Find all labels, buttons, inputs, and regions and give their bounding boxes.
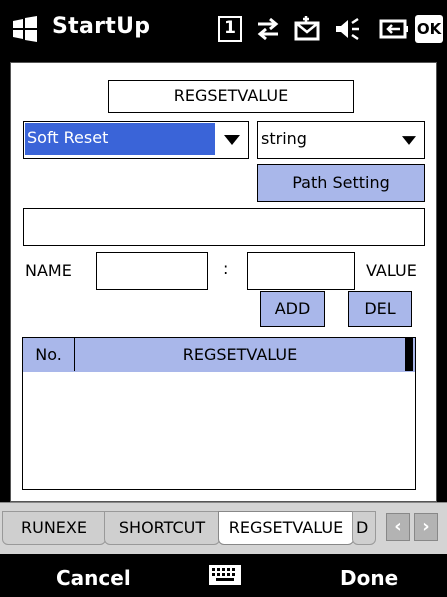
type-select-value: string xyxy=(261,129,307,148)
add-button[interactable]: ADD xyxy=(260,291,325,327)
table-header: No. REGSETVALUE xyxy=(22,337,416,373)
volume-muted-icon[interactable] xyxy=(330,14,362,44)
action-select-value: Soft Reset xyxy=(25,123,215,155)
windows-flag-icon[interactable] xyxy=(10,14,40,44)
table-body[interactable] xyxy=(22,372,416,490)
app-title: StartUp xyxy=(52,14,151,39)
tab-regsetvalue[interactable]: REGSETVALUE xyxy=(218,511,354,545)
path-setting-button[interactable]: Path Setting xyxy=(257,164,425,202)
value-input[interactable] xyxy=(247,252,355,290)
chevron-down-icon xyxy=(224,135,240,145)
connectivity-icon[interactable] xyxy=(252,14,284,44)
name-label: NAME xyxy=(25,261,72,280)
title-bar: StartUp 1 OK xyxy=(0,0,447,62)
sim-indicator-icon[interactable]: 1 xyxy=(218,14,250,44)
ok-icon: OK xyxy=(416,20,442,38)
chevron-down-icon xyxy=(402,136,416,145)
type-select[interactable]: string xyxy=(257,121,425,159)
keyboard-icon[interactable] xyxy=(208,564,242,586)
tab-shortcut[interactable]: SHORTCUT xyxy=(104,511,220,545)
arrow-right-icon: › xyxy=(422,516,430,537)
sim-number: 1 xyxy=(218,16,242,42)
softkey-bar: Cancel Done xyxy=(0,554,447,597)
del-button[interactable]: DEL xyxy=(348,291,412,327)
done-softkey[interactable]: Done xyxy=(340,566,398,590)
new-message-icon[interactable] xyxy=(292,14,324,44)
tab-d[interactable]: D xyxy=(352,511,376,545)
battery-charging-icon[interactable] xyxy=(378,14,410,44)
cancel-softkey[interactable]: Cancel xyxy=(56,566,131,590)
path-input[interactable] xyxy=(23,208,425,246)
arrow-left-icon: ‹ xyxy=(394,516,402,537)
section-title: REGSETVALUE xyxy=(108,80,354,113)
column-header-no[interactable]: No. xyxy=(23,338,75,371)
table-scrollbar-edge xyxy=(405,338,413,371)
ok-button[interactable]: OK xyxy=(415,15,443,43)
tab-scroll-right-button[interactable]: › xyxy=(414,513,438,541)
tab-scroll-left-button[interactable]: ‹ xyxy=(386,513,410,541)
name-input[interactable] xyxy=(96,252,208,290)
tab-runexe[interactable]: RUNEXE xyxy=(2,511,106,545)
action-select[interactable]: Soft Reset xyxy=(23,121,249,159)
separator-label: : xyxy=(223,259,229,278)
value-label: VALUE xyxy=(366,261,417,280)
column-header-regsetvalue[interactable]: REGSETVALUE xyxy=(75,338,405,371)
tab-strip: RUNEXE SHORTCUT REGSETVALUE D ‹ › xyxy=(0,502,447,554)
